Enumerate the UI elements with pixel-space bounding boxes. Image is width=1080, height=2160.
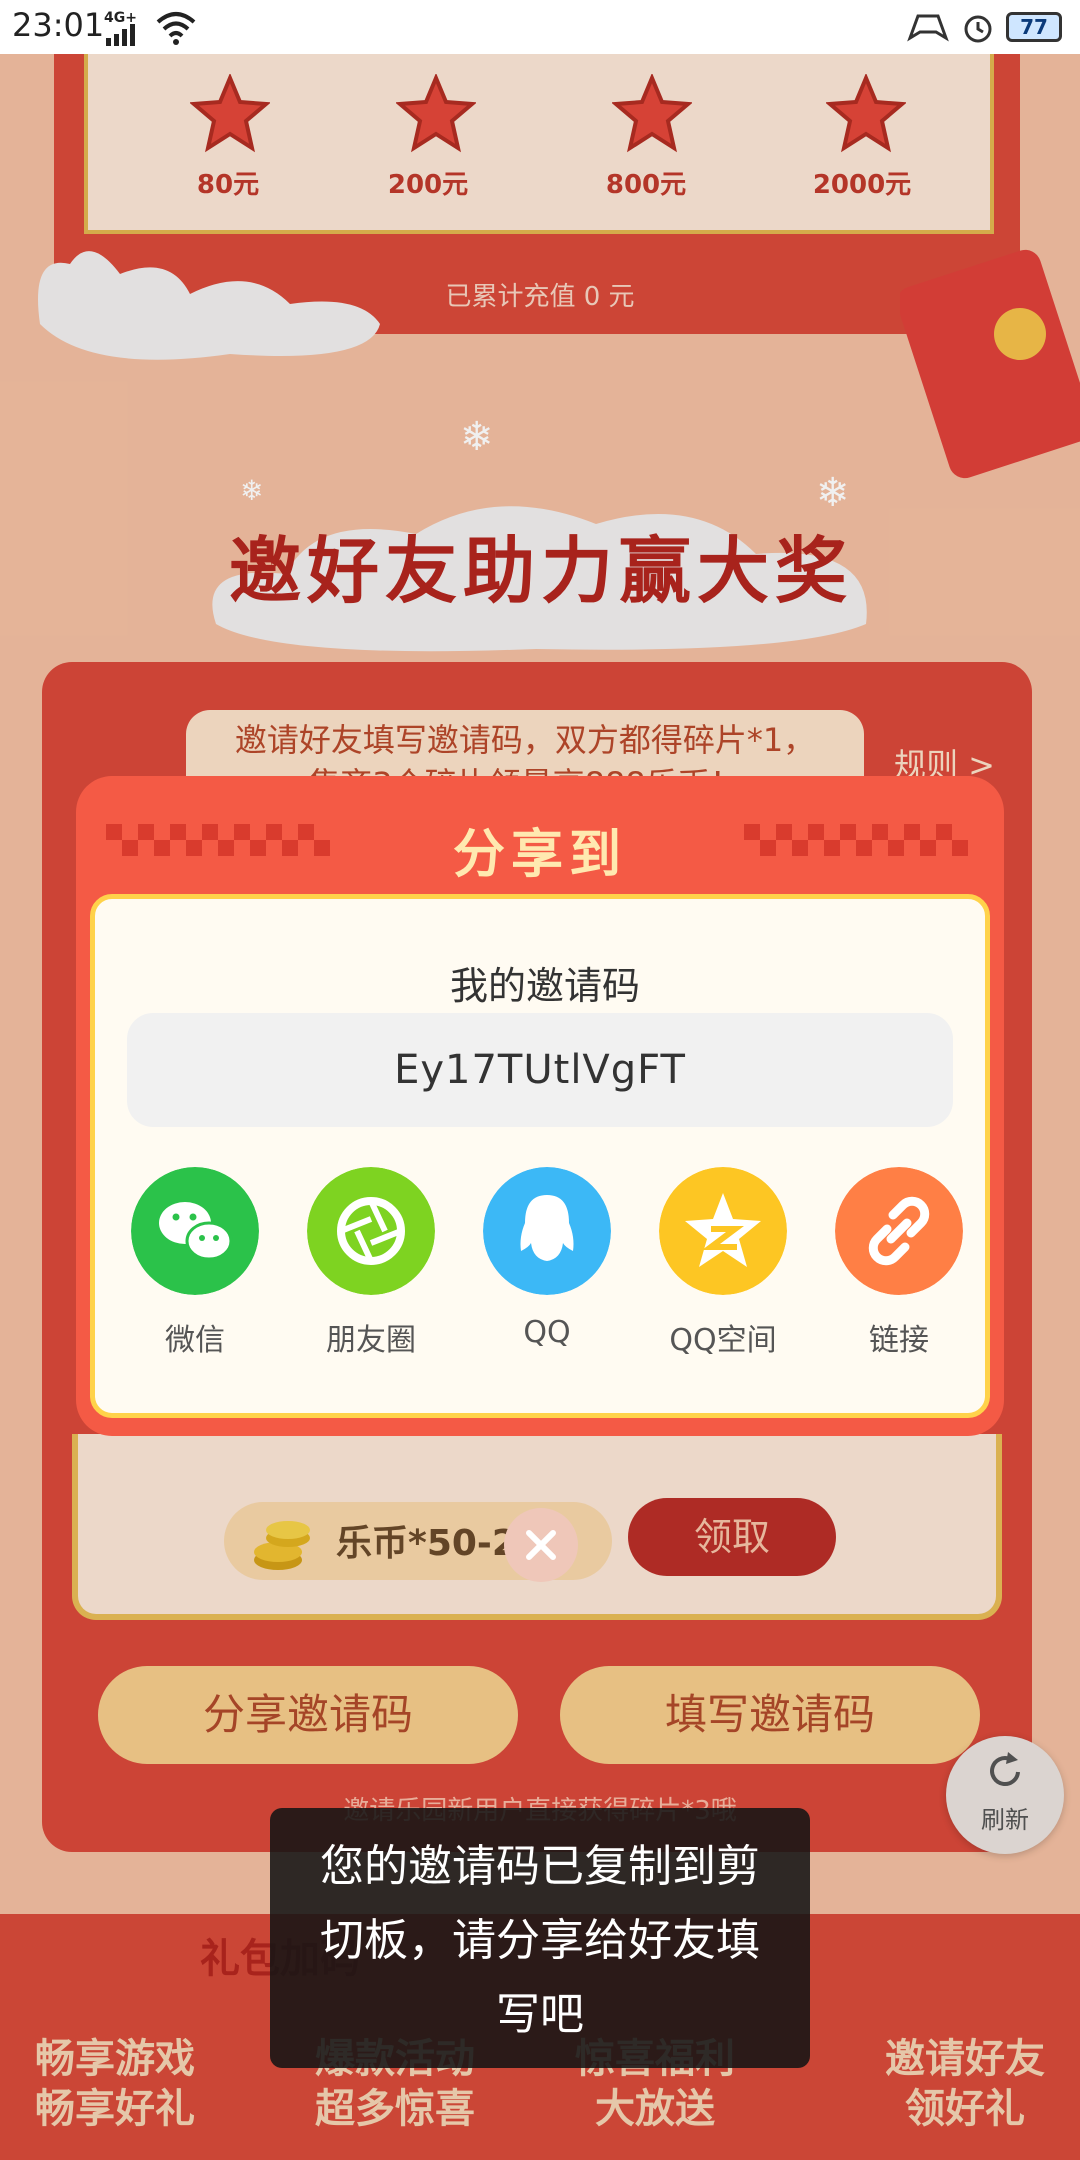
share-dialog: 分享到 我的邀请码 Ey17TUtlVgFT 微信 朋友圈 QQ QQ空间 链接 [76, 776, 1004, 1436]
share-wechat-button[interactable]: 微信 [115, 1167, 275, 1367]
signal-icon [106, 24, 135, 46]
share-target-label: 朋友圈 [326, 1323, 416, 1358]
close-dialog-button[interactable] [504, 1508, 578, 1582]
share-moments-button[interactable]: 朋友圈 [291, 1167, 451, 1367]
share-target-label: QQ [523, 1315, 571, 1350]
share-qq-button[interactable]: QQ [467, 1167, 627, 1367]
wechat-icon [131, 1167, 259, 1295]
close-icon [526, 1530, 556, 1560]
invite-code-label: 我的邀请码 [449, 964, 640, 1008]
toast-line: 您的邀请码已复制到剪 [320, 1841, 760, 1892]
qq-icon [483, 1167, 611, 1295]
share-target-label: QQ空间 [669, 1323, 777, 1358]
qzone-icon [659, 1167, 787, 1295]
toast-message: 您的邀请码已复制到剪 切板，请分享给好友填 写吧 [290, 1830, 790, 2052]
invite-code-value[interactable]: Ey17TUtlVgFT [127, 1013, 953, 1127]
toast-line: 写吧 [496, 1989, 584, 2040]
alarm-icon [964, 15, 992, 43]
dialog-title: 分享到 [452, 825, 627, 885]
dialog-body: 我的邀请码 Ey17TUtlVgFT 微信 朋友圈 QQ QQ空间 链接 [90, 894, 990, 1418]
wifi-icon [156, 12, 196, 45]
battery-indicator: 77 [1006, 12, 1062, 42]
game-mode-icon [907, 14, 949, 42]
share-target-label: 链接 [869, 1323, 929, 1358]
share-qzone-button[interactable]: QQ空间 [643, 1167, 803, 1367]
share-link-button[interactable]: 链接 [819, 1167, 979, 1367]
status-time: 23:01 [12, 6, 105, 44]
toast-line: 切板，请分享给好友填 [320, 1915, 760, 1966]
copy-toast: 您的邀请码已复制到剪 切板，请分享给好友填 写吧 [270, 1808, 810, 2068]
moments-icon [307, 1167, 435, 1295]
status-bar: 23:01 4G+ 77 [0, 0, 1080, 54]
share-target-label: 微信 [165, 1323, 225, 1358]
link-icon [835, 1167, 963, 1295]
